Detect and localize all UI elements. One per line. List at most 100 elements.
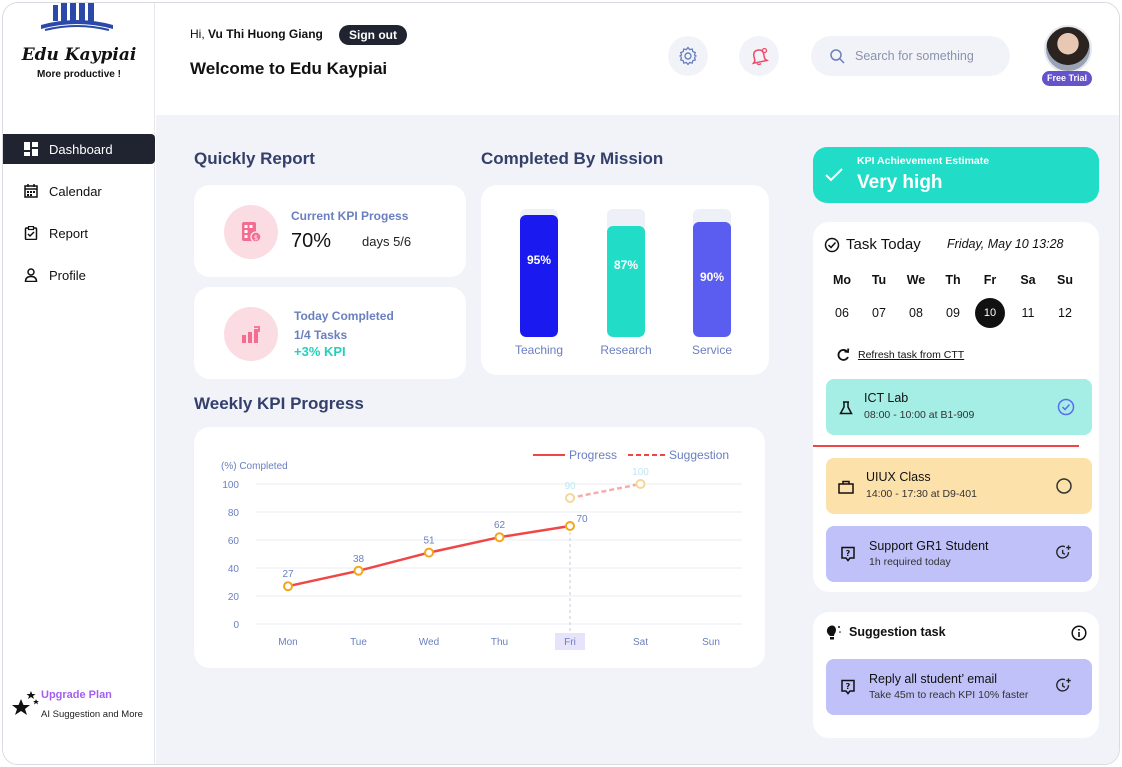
calendar-day[interactable]: 07 xyxy=(864,298,894,328)
data-label: 100 xyxy=(632,467,649,478)
data-point xyxy=(635,479,646,489)
schedule-add-icon[interactable] xyxy=(1055,544,1073,562)
y-tick-label: 20 xyxy=(228,592,240,603)
quick-report-title: Quickly Report xyxy=(194,149,315,168)
main-content: Quickly Report $ Current KPI Progess 70%… xyxy=(156,115,1119,764)
pending-circle-icon[interactable] xyxy=(1055,477,1073,495)
check-done-icon[interactable] xyxy=(1057,398,1075,416)
dashboard-icon xyxy=(23,141,39,157)
calendar-day-today[interactable]: 10 xyxy=(975,298,1005,328)
calendar-day[interactable]: 12 xyxy=(1050,298,1080,328)
today-completed-tasks: 1/4 Tasks xyxy=(294,328,348,342)
task-title: Support GR1 Student xyxy=(869,539,989,553)
schedule-add-icon[interactable] xyxy=(1055,677,1073,695)
app-window: Edu Kaypiai More productive ! Dashboard … xyxy=(2,2,1120,765)
refresh-tasks-link[interactable]: Refresh task from CTT xyxy=(836,348,964,362)
sidebar-item-profile[interactable]: Profile xyxy=(3,260,155,290)
bar-value-label: 95% xyxy=(526,253,552,267)
weekly-kpi-card: (%) Completed 0 20 40 60 80 100 Mon Tue Wed Thu F… xyxy=(194,427,765,668)
y-axis-label: (%) Completed xyxy=(221,461,288,472)
bar-category-label: Teaching xyxy=(514,343,564,357)
weekday-label: Su xyxy=(1057,273,1073,287)
sidebar-item-dashboard[interactable]: Dashboard xyxy=(3,134,155,164)
task-item-ict-lab[interactable]: ICT Lab 08:00 - 10:00 at B1-909 xyxy=(826,379,1092,435)
x-tick-label: Wed xyxy=(419,637,439,648)
brand-name: Edu Kaypiai xyxy=(21,45,137,65)
kpi-estimate-value: Very high xyxy=(857,172,943,193)
weekday-label: We xyxy=(906,273,926,287)
sidebar-item-report[interactable]: Report xyxy=(3,218,155,248)
lightbulb-icon xyxy=(826,625,841,640)
sign-out-button[interactable]: Sign out xyxy=(339,25,407,45)
y-tick-label: 80 xyxy=(228,508,240,519)
weekday-label: Th xyxy=(945,273,961,287)
notifications-button[interactable] xyxy=(739,36,779,76)
data-point xyxy=(283,581,293,592)
sidebar: Edu Kaypiai More productive ! Dashboard … xyxy=(3,3,155,764)
today-completed-label: Today Completed xyxy=(294,309,394,323)
data-label: 70 xyxy=(576,514,588,525)
y-tick-label: 100 xyxy=(222,480,239,491)
search-bar[interactable] xyxy=(811,36,1010,76)
data-point xyxy=(494,532,505,543)
weekly-kpi-title: Weekly KPI Progress xyxy=(194,394,364,413)
stars-icon xyxy=(12,691,39,715)
info-icon[interactable] xyxy=(1071,625,1087,641)
settings-button[interactable] xyxy=(668,36,708,76)
data-label: 27 xyxy=(282,569,294,580)
mission-chart-title: Completed By Mission xyxy=(481,149,664,168)
svg-text:?: ? xyxy=(846,682,851,691)
report-icon xyxy=(23,225,39,241)
task-subtitle: 08:00 - 10:00 at B1-909 xyxy=(864,409,975,421)
calendar-day[interactable]: 09 xyxy=(938,298,968,328)
briefcase-icon xyxy=(837,478,855,496)
bar-research xyxy=(607,226,645,337)
search-input[interactable] xyxy=(855,49,995,63)
kpi-progress-days: days 5/6 xyxy=(362,234,412,249)
sidebar-item-calendar[interactable]: Calendar xyxy=(3,176,155,206)
bell-icon xyxy=(751,47,769,66)
weekly-kpi-chart: (%) Completed 0 20 40 60 80 100 Mon Tue Wed Thu F… xyxy=(221,448,742,650)
current-time-indicator xyxy=(813,445,1079,447)
suggestion-title: Suggestion task xyxy=(849,625,946,639)
data-label: 38 xyxy=(353,554,365,565)
bar-category-label: Service xyxy=(691,343,732,357)
data-point xyxy=(565,521,575,531)
task-item-support-gr1[interactable]: ? Support GR1 Student 1h required today xyxy=(826,526,1092,582)
bar-value-label: 90% xyxy=(699,270,725,284)
task-today-card: Task Today Friday, May 10 13:28 Mo Tu We… xyxy=(813,222,1099,592)
calendar-day[interactable]: 06 xyxy=(827,298,857,328)
data-point xyxy=(353,565,364,576)
suggested-task-item[interactable]: ? Reply all student’ email Take 45m to r… xyxy=(826,659,1092,715)
bar-category-label: Research xyxy=(600,343,652,357)
plan-badge: Free Trial xyxy=(1042,71,1093,86)
x-tick-label: Sat xyxy=(633,637,648,648)
bar-track-research xyxy=(607,209,645,337)
task-subtitle: Take 45m to reach KPI 10% faster xyxy=(869,689,1029,701)
kpi-estimate-banner: KPI Achievement Estimate Very high xyxy=(813,147,1099,203)
x-tick-label: Fri xyxy=(564,637,576,648)
weekday-label: Sa xyxy=(1020,273,1036,287)
greeting: Hi, Vu Thi Huong Giang xyxy=(190,27,323,41)
gear-icon xyxy=(678,46,698,66)
mission-chart-card: 95% 87% 90% Teaching Research Service xyxy=(481,185,769,375)
legend-label-progress: Progress xyxy=(569,448,617,462)
upgrade-plan-subtitle: AI Suggestion and More xyxy=(41,709,143,720)
profile-icon xyxy=(23,267,39,283)
x-tick-label: Tue xyxy=(350,637,367,648)
y-tick-label: 0 xyxy=(233,620,239,631)
calendar-day[interactable]: 08 xyxy=(901,298,931,328)
refresh-icon xyxy=(837,348,850,361)
data-label: 51 xyxy=(423,536,435,547)
task-today-title: Task Today xyxy=(846,236,921,253)
upgrade-plan-link[interactable]: Upgrade Plan AI Suggestion and More xyxy=(11,685,151,725)
series-line-suggestion xyxy=(569,482,641,500)
avatar[interactable] xyxy=(1044,25,1092,73)
bar-value-label: 87% xyxy=(613,258,639,272)
sidebar-item-label: Report xyxy=(49,225,89,241)
task-item-uiux-class[interactable]: UIUX Class 14:00 - 17:30 at D9-401 xyxy=(826,458,1092,514)
calendar-day[interactable]: 11 xyxy=(1013,298,1043,328)
check-circle-icon xyxy=(824,237,840,253)
kpi-progress-value: 70% xyxy=(291,230,332,252)
x-tick-label: Mon xyxy=(278,637,297,648)
